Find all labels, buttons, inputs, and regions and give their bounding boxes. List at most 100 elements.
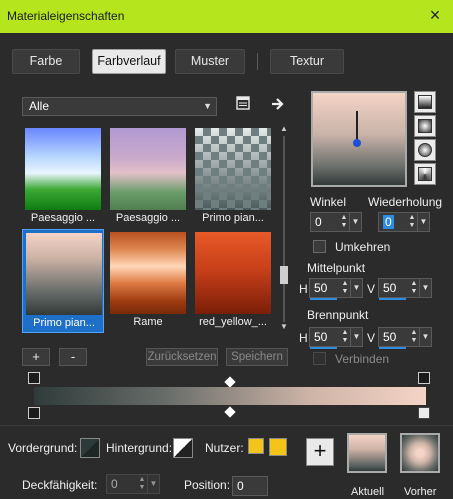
gradient-gallery: Paesaggio ... Paesaggio ... Primo pian..… — [20, 124, 274, 333]
save-button[interactable]: Speichern — [226, 348, 288, 366]
chevron-down-icon[interactable]: ▼ — [349, 213, 361, 231]
scroll-track — [283, 136, 285, 322]
gallery-item[interactable]: Paesaggio ... — [107, 125, 189, 229]
focus-h-bar — [310, 347, 337, 349]
opacity-spinner[interactable]: 0 ▲ ▼ ▼ — [106, 474, 160, 494]
spin-updown-icon[interactable]: ▲ ▼ — [409, 280, 419, 296]
chevron-down-icon[interactable]: ▼ — [417, 213, 429, 231]
chevron-down-icon: ▼ — [203, 101, 212, 111]
focus-h-value: 50 — [314, 330, 328, 344]
color-stop-bottom-right[interactable] — [418, 407, 430, 419]
gallery-item-label: red_yellow_... — [199, 316, 267, 328]
chevron-down-icon[interactable]: ▼ — [419, 328, 431, 346]
focus-v-value: 50 — [383, 330, 397, 344]
invert-checkbox[interactable] — [313, 240, 326, 253]
gradient-swatch — [110, 128, 186, 210]
midpoint-marker[interactable] — [224, 376, 236, 388]
radial-style-button[interactable] — [414, 163, 436, 185]
close-icon[interactable]: × — [425, 5, 445, 25]
scroll-thumb[interactable] — [280, 266, 288, 284]
gradient-swatch — [25, 128, 101, 210]
gallery-item[interactable]: Paesaggio ... — [22, 125, 104, 229]
category-select[interactable]: Alle ▼ — [22, 97, 217, 116]
foreground-swatch[interactable] — [80, 438, 100, 458]
position-field[interactable]: 0 — [232, 476, 268, 496]
add-gradient-button[interactable]: + — [22, 348, 50, 366]
reset-button[interactable]: Zurücksetzen — [146, 348, 218, 366]
background-label: Hintergrund: — [106, 441, 173, 455]
tab-muster[interactable]: Muster — [175, 49, 245, 74]
spin-updown-icon[interactable]: ▲ ▼ — [137, 476, 147, 492]
user-label: Nutzer: — [205, 441, 244, 455]
chevron-down-icon[interactable]: ▼ — [419, 279, 431, 297]
gallery-scrollbar[interactable]: ▲ ▼ — [279, 124, 289, 332]
chevron-down-icon[interactable]: ▼ — [350, 279, 362, 297]
spin-updown-icon[interactable]: ▲ ▼ — [340, 280, 350, 296]
focus-h-spinner[interactable]: 50 ▲ ▼ ▼ — [309, 327, 363, 349]
scroll-up-icon[interactable]: ▲ — [279, 124, 289, 134]
spin-updown-icon[interactable]: ▲ ▼ — [409, 329, 419, 345]
background-swatch[interactable] — [173, 438, 193, 458]
midpoint-h-bar — [310, 298, 337, 300]
previous-preview[interactable] — [400, 433, 440, 473]
angle-value: 0 — [315, 215, 322, 229]
scroll-down-icon[interactable]: ▼ — [279, 322, 289, 332]
link-checkbox[interactable] — [313, 352, 326, 365]
midpoint-v-spinner[interactable]: 50 ▲ ▼ ▼ — [378, 278, 432, 300]
add-to-swatches-button[interactable]: + — [306, 438, 334, 466]
opacity-label: Deckfähigkeit: — [22, 478, 98, 492]
tab-farbe[interactable]: Farbe — [12, 49, 80, 74]
gradient-editor-bar[interactable] — [34, 387, 426, 405]
invert-label: Umkehren — [335, 240, 391, 254]
midpoint-v-value: 50 — [383, 281, 397, 295]
library-icon[interactable] — [235, 95, 251, 111]
gallery-item[interactable]: Primo pian... — [192, 125, 274, 229]
spin-updown-icon[interactable]: ▲ ▼ — [340, 329, 350, 345]
midpoint-h-spinner[interactable]: 50 ▲ ▼ ▼ — [309, 278, 363, 300]
linear-style-button[interactable] — [414, 91, 436, 113]
gradient-swatch — [26, 233, 102, 315]
tab-farbverlauf[interactable]: Farbverlauf — [92, 49, 166, 74]
gradient-preview[interactable] — [311, 91, 407, 187]
chevron-down-icon[interactable]: ▼ — [147, 475, 159, 493]
color-stop-top-left[interactable] — [28, 372, 40, 384]
color-stop-bottom-left[interactable] — [28, 407, 40, 419]
angle-spinner[interactable]: 0 ▲ ▼ ▼ — [310, 212, 362, 232]
color-stop-top-right[interactable] — [418, 372, 430, 384]
focus-v-bar — [379, 347, 406, 349]
gallery-item[interactable]: Rame — [107, 229, 189, 333]
midpoint-v-bar — [379, 298, 406, 300]
angle-handle[interactable] — [353, 139, 361, 147]
category-selected: Alle — [29, 99, 50, 113]
opacity-value: 0 — [111, 477, 118, 491]
midpoint-v-label: V — [367, 282, 376, 296]
gallery-item[interactable]: red_yellow_... — [192, 229, 274, 333]
current-label: Aktuell — [351, 486, 385, 498]
repeat-spinner[interactable]: 0 ▲ ▼ ▼ — [378, 212, 430, 232]
midpoint-h-value: 50 — [314, 281, 328, 295]
spin-updown-icon[interactable]: ▲ ▼ — [407, 214, 417, 230]
title-bar: Materialeigenschaften × — [0, 0, 453, 33]
remove-gradient-button[interactable]: - — [59, 348, 87, 366]
gallery-item-label: Rame — [133, 316, 163, 328]
gradient-swatch — [195, 232, 271, 314]
midpoint-label: Mittelpunkt — [307, 261, 366, 275]
midpoint-marker[interactable] — [224, 406, 236, 418]
focus-h-label: H — [299, 331, 308, 345]
previous-label: Vorher — [404, 486, 437, 498]
gallery-item-selected[interactable]: Primo pian... — [22, 229, 104, 333]
spin-updown-icon[interactable]: ▲ ▼ — [339, 214, 349, 230]
gallery-item-label: Paesaggio ... — [115, 212, 181, 224]
chevron-down-icon[interactable]: ▼ — [350, 328, 362, 346]
focus-v-spinner[interactable]: 50 ▲ ▼ ▼ — [378, 327, 432, 349]
user-swatch-1[interactable] — [248, 438, 264, 454]
radial-gradient-icon — [418, 167, 432, 181]
sunburst-style-button[interactable] — [414, 139, 436, 161]
rectangular-style-button[interactable] — [414, 115, 436, 137]
arrow-right-icon[interactable] — [270, 96, 286, 112]
user-swatch-2[interactable] — [269, 438, 287, 456]
linear-gradient-icon — [418, 95, 432, 109]
tab-textur[interactable]: Textur — [270, 49, 344, 74]
current-preview[interactable] — [347, 433, 387, 473]
position-value: 0 — [237, 479, 244, 493]
